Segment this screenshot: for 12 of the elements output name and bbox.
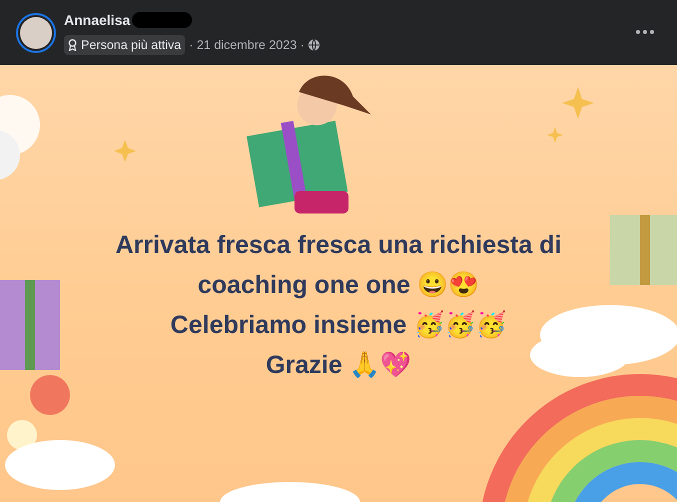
award-icon bbox=[68, 39, 77, 51]
role-badge: Persona più attiva bbox=[64, 34, 186, 56]
post-text-line: coaching one one 😀😍 bbox=[198, 270, 480, 301]
post-text-line: Celebriamo insieme 🥳🥳🥳 bbox=[170, 309, 507, 341]
more-icon bbox=[636, 30, 654, 34]
post-text-line: Arrivata fresca fresca una richiesta di bbox=[115, 230, 562, 261]
avatar[interactable] bbox=[16, 12, 56, 52]
globe-icon bbox=[308, 39, 320, 51]
post-date[interactable]: · 21 dicembre 2023 · bbox=[189, 36, 304, 54]
author-name[interactable]: Annaelisa bbox=[64, 10, 130, 31]
post-text-line: Grazie 🙏💖 bbox=[266, 350, 412, 381]
redaction-mark bbox=[132, 12, 192, 28]
